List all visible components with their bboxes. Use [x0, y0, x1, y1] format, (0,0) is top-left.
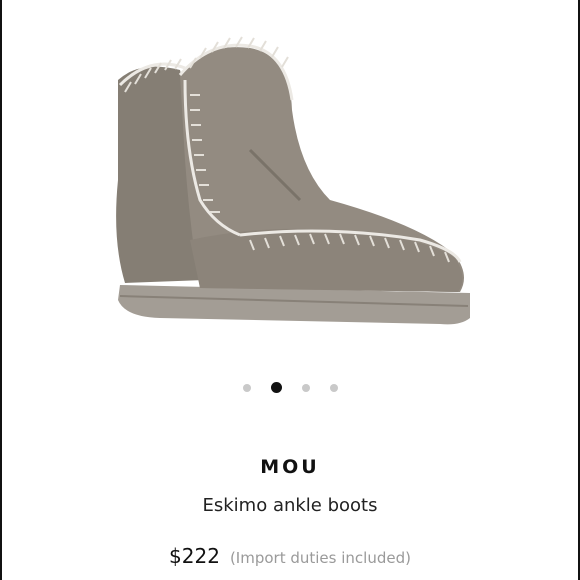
carousel-dot[interactable] — [242, 383, 251, 392]
product-title: Eskimo ankle boots — [202, 495, 378, 516]
carousel-dot-active[interactable] — [270, 382, 282, 393]
product-image[interactable] — [0, 0, 580, 370]
price: $222 — [169, 544, 220, 568]
duties-note: (Import duties included) — [229, 549, 411, 567]
price-row: $222 (Import duties included) — [0, 544, 580, 568]
carousel-dots — [0, 382, 580, 393]
carousel-dot[interactable] — [329, 383, 338, 392]
carousel-dot[interactable] — [301, 383, 310, 392]
brand-name[interactable]: MOU — [0, 456, 580, 478]
